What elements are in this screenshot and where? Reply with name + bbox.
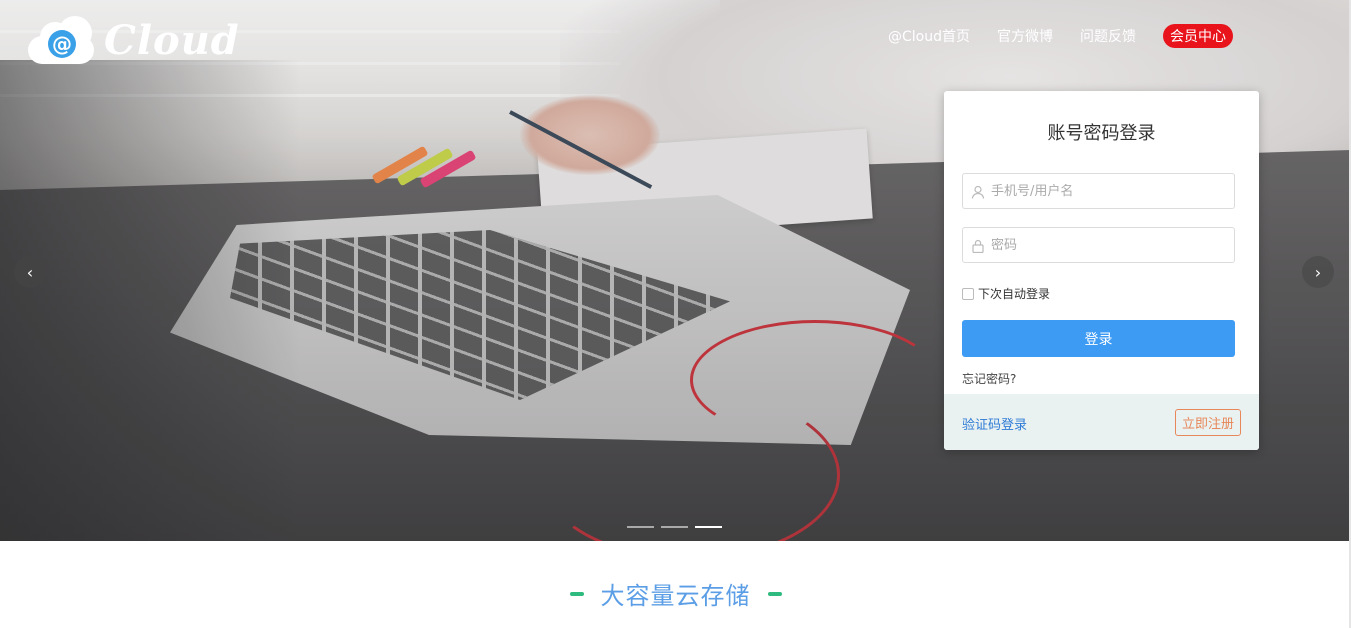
carousel-dot-active[interactable] — [695, 526, 722, 528]
remember-me[interactable]: 下次自动登录 — [962, 285, 1050, 302]
top-nav: @Cloud首页 官方微博 问题反馈 会员中心 — [861, 24, 1233, 48]
nav-link-weibo[interactable]: 官方微博 — [997, 26, 1053, 46]
carousel-indicators — [627, 526, 729, 528]
login-title: 账号密码登录 — [1047, 123, 1156, 144]
title-dash-right — [767, 591, 782, 596]
cloud-logo-icon: @ — [28, 16, 96, 64]
section-header: 大容量云存储 — [0, 576, 1351, 611]
password-input[interactable] — [991, 237, 1221, 253]
logo-at-symbol: @ — [48, 30, 76, 58]
carousel-next-button[interactable]: › — [1302, 256, 1334, 288]
checkbox-icon[interactable] — [962, 287, 974, 300]
lock-icon — [971, 238, 985, 254]
nav-link-feedback[interactable]: 问题反馈 — [1080, 26, 1136, 46]
title-dash-left — [569, 591, 584, 596]
forgot-password-link[interactable]: 忘记密码? — [962, 370, 1016, 387]
chevron-left-icon: ‹ — [26, 262, 34, 282]
register-button[interactable]: 立即注册 — [1174, 409, 1241, 436]
username-input[interactable] — [991, 183, 1221, 199]
carousel-dot[interactable] — [661, 526, 688, 528]
chevron-right-icon: › — [1314, 262, 1322, 282]
site-logo[interactable]: @ Cloud — [28, 16, 240, 64]
section-title: 大容量云存储 — [600, 582, 751, 610]
carousel-prev-button[interactable]: ‹ — [14, 256, 46, 288]
logo-text: Cloud — [104, 16, 240, 64]
user-icon — [971, 184, 985, 199]
password-field[interactable] — [962, 227, 1235, 263]
remember-me-label: 下次自动登录 — [978, 287, 1051, 301]
nav-link-member-center[interactable]: 会员中心 — [1163, 24, 1233, 48]
carousel-dot[interactable] — [627, 526, 654, 528]
nav-link-home[interactable]: @Cloud首页 — [888, 26, 970, 46]
login-footer: 验证码登录 立即注册 — [944, 394, 1259, 450]
sms-login-link[interactable]: 验证码登录 — [962, 414, 1027, 433]
username-field[interactable] — [962, 173, 1235, 209]
login-panel: 账号密码登录 下次自动登录 登录 忘记密码? 验证码登录 立即注册 — [944, 91, 1259, 450]
login-button[interactable]: 登录 — [962, 320, 1235, 357]
